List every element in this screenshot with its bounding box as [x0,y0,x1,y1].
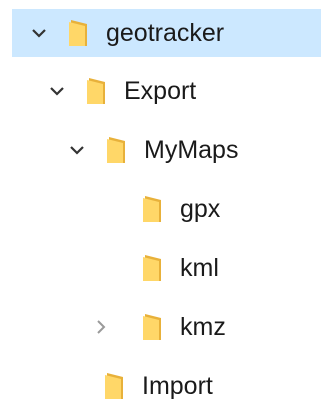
tree-item-label: Export [124,76,197,105]
folder-icon [140,253,166,283]
tree-item-geotracker[interactable]: geotracker [12,9,321,57]
tree-item-kmz[interactable]: kmz [12,303,321,351]
chevron-down-icon[interactable] [44,78,70,104]
folder-icon [84,76,110,106]
folder-icon [66,18,92,48]
tree-item-export[interactable]: Export [12,67,321,115]
tree-item-kml[interactable]: kml [12,244,321,292]
folder-icon [140,312,166,342]
folder-tree: geotracker Export MyMaps gpx kml kmz Imp… [0,0,321,407]
tree-item-gpx[interactable]: gpx [12,185,321,233]
tree-item-import[interactable]: Import [12,362,321,410]
tree-item-label: geotracker [106,18,225,47]
chevron-right-icon[interactable] [88,314,114,340]
folder-icon [102,371,128,401]
folder-icon [104,135,130,165]
tree-item-label: MyMaps [144,135,239,164]
tree-item-label: gpx [180,194,221,223]
tree-item-mymaps[interactable]: MyMaps [12,126,321,174]
folder-icon [140,194,166,224]
chevron-down-icon[interactable] [26,20,52,46]
tree-item-label: kml [180,253,219,282]
tree-item-label: Import [142,371,213,400]
tree-item-label: kmz [180,312,226,341]
chevron-down-icon[interactable] [64,137,90,163]
